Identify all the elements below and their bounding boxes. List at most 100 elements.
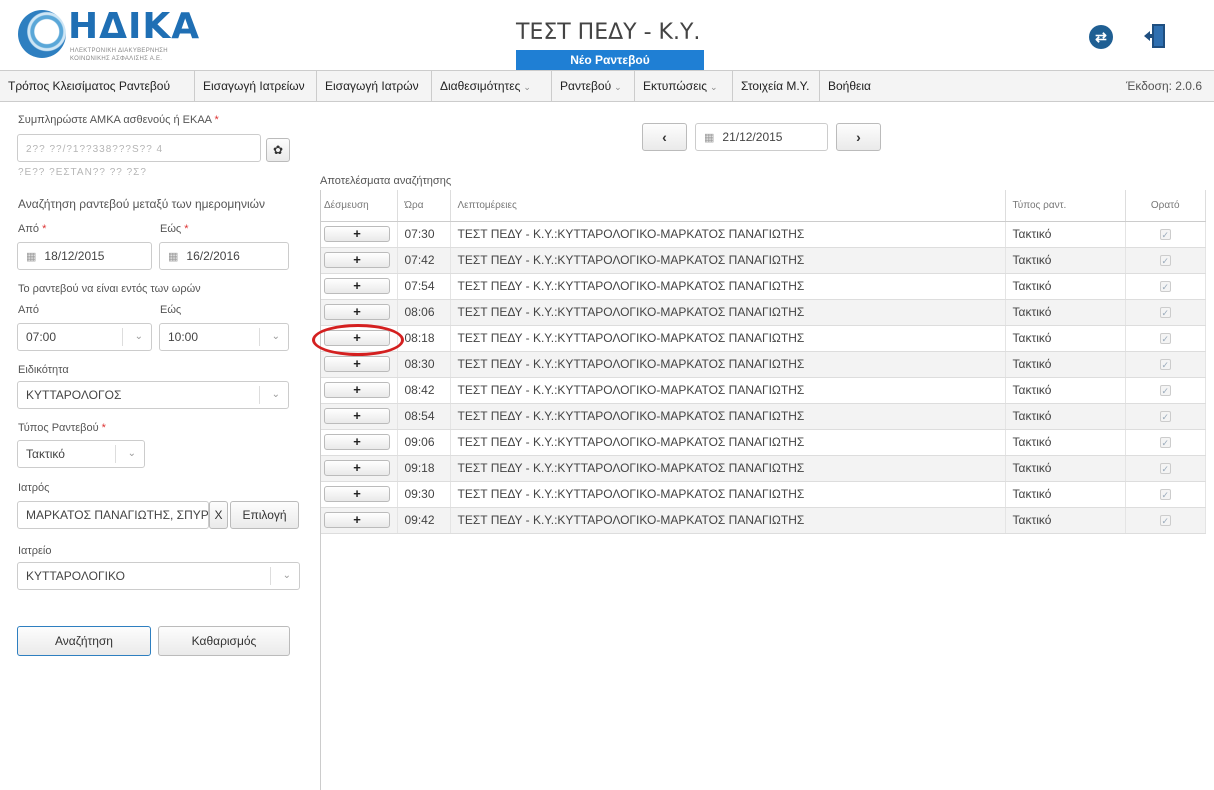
menu-import-doctors[interactable]: Εισαγωγή Ιατρών [317, 71, 432, 101]
logo-brand-text: ΗΔΙΚΑ [68, 6, 201, 47]
menu-label: Εισαγωγή Ιατρείων [203, 79, 305, 93]
office-select[interactable]: ΚΥΤΤΑΡΟΛΟΓΙΚΟ ⌄ [17, 562, 300, 590]
type-cell: Τακτικό [1005, 403, 1126, 430]
specialty-select[interactable]: ΚΥΤΤΑΡΟΛΟΓΟΣ ⌄ [17, 381, 289, 409]
visible-checkbox[interactable]: ✓ [1159, 411, 1171, 422]
select-separator [270, 567, 271, 585]
type-cell: Τακτικό [1005, 325, 1126, 352]
book-slot-button[interactable]: + [324, 330, 390, 346]
doctor-value: ΜΑΡΚΑΤΟΣ ΠΑΝΑΓΙΩΤΗΣ, ΣΠΥΡΙΔ [26, 508, 209, 522]
visible-checkbox[interactable]: ✓ [1159, 515, 1171, 526]
clear-doctor-button[interactable]: X [209, 501, 228, 529]
required-mark: * [211, 114, 219, 126]
time-cell: 07:54 [397, 273, 451, 300]
date-range-title: Αναζήτηση ραντεβού μεταξύ των ημερομηνιώ… [18, 197, 266, 211]
from-date-input[interactable]: ▦ 18/12/2015 [17, 242, 152, 270]
from-date-value: 18/12/2015 [44, 249, 105, 263]
book-cell: + [321, 221, 398, 248]
time-cell: 08:30 [397, 351, 451, 378]
menu-import-offices[interactable]: Εισαγωγή Ιατρείων [195, 71, 317, 101]
visible-checkbox[interactable]: ✓ [1159, 229, 1171, 240]
logo-subtitle-2: ΚΟΙΝΩΝΙΚΗΣ ΑΣΦΑΛΙΣΗΣ Α.Ε. [70, 56, 163, 62]
gear-icon[interactable]: ✿ [266, 138, 290, 162]
current-date-value: 21/12/2015 [722, 130, 783, 144]
clear-form-button[interactable]: Καθαρισμός [158, 626, 290, 656]
menu-appointments[interactable]: Ραντεβού ⌄ [552, 71, 635, 101]
book-slot-button[interactable]: + [324, 226, 390, 242]
book-slot-button[interactable]: + [324, 356, 390, 372]
book-slot-button[interactable]: + [324, 486, 390, 502]
hour-from-label: Από [18, 304, 40, 316]
table-row: +07:42 ΤΕΣΤ ΠΕΔΥ - Κ.Υ.:ΚΥΤΤΑΡΟΛΟΓΙΚΟ-ΜΑΡ… [321, 247, 1206, 274]
results-body: +07:30 ΤΕΣΤ ΠΕΔΥ - Κ.Υ.:ΚΥΤΤΑΡΟΛΟΓΙΚΟ-ΜΑΡ… [321, 221, 1206, 534]
book-slot-button[interactable]: + [324, 408, 390, 424]
book-cell: + [321, 273, 398, 300]
book-slot-button[interactable]: + [324, 278, 390, 294]
hour-from-select[interactable]: 07:00 ⌄ [17, 323, 152, 351]
time-cell: 09:18 [397, 455, 451, 482]
app-header: ΗΔΙΚΑ ΗΛΕΚΤΡΟΝΙΚΗ ΔΙΑΚΥΒΕΡΝΗΣΗ ΚΟΙΝΩΝΙΚΗ… [0, 0, 1214, 70]
visible-checkbox[interactable]: ✓ [1159, 255, 1171, 266]
type-cell: Τακτικό [1005, 247, 1126, 274]
visible-checkbox[interactable]: ✓ [1159, 333, 1171, 344]
doctor-input[interactable]: ΜΑΡΚΑΤΟΣ ΠΑΝΑΓΙΩΤΗΣ, ΣΠΥΡΙΔ [17, 501, 209, 529]
type-cell: Τακτικό [1005, 481, 1126, 508]
book-slot-button[interactable]: + [324, 434, 390, 450]
menu-label: Στοιχεία Μ.Υ. [741, 79, 810, 93]
select-separator [259, 386, 260, 404]
table-row: +08:06 ΤΕΣΤ ΠΕΔΥ - Κ.Υ.:ΚΥΤΤΑΡΟΛΟΓΙΚΟ-ΜΑΡ… [321, 299, 1206, 326]
hour-to-select[interactable]: 10:00 ⌄ [159, 323, 289, 351]
column-header-book: Δέσμευση [321, 190, 398, 222]
book-slot-button[interactable]: + [324, 304, 390, 320]
visible-checkbox[interactable]: ✓ [1159, 437, 1171, 448]
calendar-icon: ▦ [168, 251, 179, 263]
idika-logo: ΗΔΙΚΑ ΗΛΕΚΤΡΟΝΙΚΗ ΔΙΑΚΥΒΕΡΝΗΣΗ ΚΟΙΝΩΝΙΚΗ… [10, 4, 199, 66]
book-slot-button[interactable]: + [324, 512, 390, 528]
menu-help[interactable]: Βοήθεια [820, 71, 882, 101]
visible-cell: ✓ [1125, 325, 1206, 352]
visible-checkbox[interactable]: ✓ [1159, 463, 1171, 474]
main-menu-bar: Τρόπος Κλεισίματος Ραντεβού Εισαγωγή Ιατ… [0, 70, 1214, 102]
select-separator [115, 445, 116, 463]
to-date-input[interactable]: ▦ 16/2/2016 [159, 242, 289, 270]
visible-cell: ✓ [1125, 507, 1206, 534]
menu-availability[interactable]: Διαθεσιμότητες ⌄ [432, 71, 552, 101]
select-doctor-button[interactable]: Επιλογή [230, 501, 299, 529]
menu-label: Διαθεσιμότητες [440, 79, 521, 93]
appointment-type-select[interactable]: Τακτικό ⌄ [17, 440, 145, 468]
appointment-type-label-text: Τύπος Ραντεβού [18, 422, 99, 434]
column-header-details: Λεπτομέρειες [450, 190, 1006, 222]
menu-unit-info[interactable]: Στοιχεία Μ.Υ. [733, 71, 820, 101]
details-cell: ΤΕΣΤ ΠΕΔΥ - Κ.Υ.:ΚΥΤΤΑΡΟΛΟΓΙΚΟ-ΜΑΡΚΑΤΟΣ … [450, 403, 1006, 430]
time-cell: 09:42 [397, 507, 451, 534]
visible-checkbox[interactable]: ✓ [1159, 359, 1171, 370]
visible-checkbox[interactable]: ✓ [1159, 281, 1171, 292]
prev-date-button[interactable]: ‹ [642, 123, 687, 151]
next-date-button[interactable]: › [836, 123, 881, 151]
patient-name: ?Ε?? ?ΕΣΤΑΝ?? ?? ?Σ? [18, 167, 147, 178]
page-subtitle: Νέο Ραντεβού [516, 50, 704, 70]
visible-checkbox[interactable]: ✓ [1159, 385, 1171, 396]
table-row: +07:54 ΤΕΣΤ ΠΕΔΥ - Κ.Υ.:ΚΥΤΤΑΡΟΛΟΓΙΚΟ-ΜΑΡ… [321, 273, 1206, 300]
menu-closing-method[interactable]: Τρόπος Κλεισίματος Ραντεβού [0, 71, 195, 101]
select-separator [122, 328, 123, 346]
type-cell: Τακτικό [1005, 351, 1126, 378]
details-cell: ΤΕΣΤ ΠΕΔΥ - Κ.Υ.:ΚΥΤΤΑΡΟΛΟΓΙΚΟ-ΜΑΡΚΑΤΟΣ … [450, 247, 1006, 274]
book-slot-button[interactable]: + [324, 382, 390, 398]
chevron-down-icon: ⌄ [614, 82, 622, 92]
logout-door-icon[interactable] [1143, 22, 1167, 50]
app-title: ΤΕΣΤ ΠΕΔΥ - Κ.Υ. [516, 20, 701, 45]
menu-label: Εισαγωγή Ιατρών [325, 79, 419, 93]
swap-icon[interactable]: ⇄ [1089, 25, 1113, 49]
time-cell: 09:06 [397, 429, 451, 456]
book-slot-button[interactable]: + [324, 252, 390, 268]
current-date-input[interactable]: ▦ 21/12/2015 [695, 123, 828, 151]
book-slot-button[interactable]: + [324, 460, 390, 476]
search-button[interactable]: Αναζήτηση [17, 626, 151, 656]
visible-cell: ✓ [1125, 247, 1206, 274]
visible-checkbox[interactable]: ✓ [1159, 489, 1171, 500]
amka-input[interactable]: 2?? ??/?1??338???S?? 4 [17, 134, 261, 162]
type-cell: Τακτικό [1005, 299, 1126, 326]
visible-checkbox[interactable]: ✓ [1159, 307, 1171, 318]
menu-prints[interactable]: Εκτυπώσεις ⌄ [635, 71, 733, 101]
